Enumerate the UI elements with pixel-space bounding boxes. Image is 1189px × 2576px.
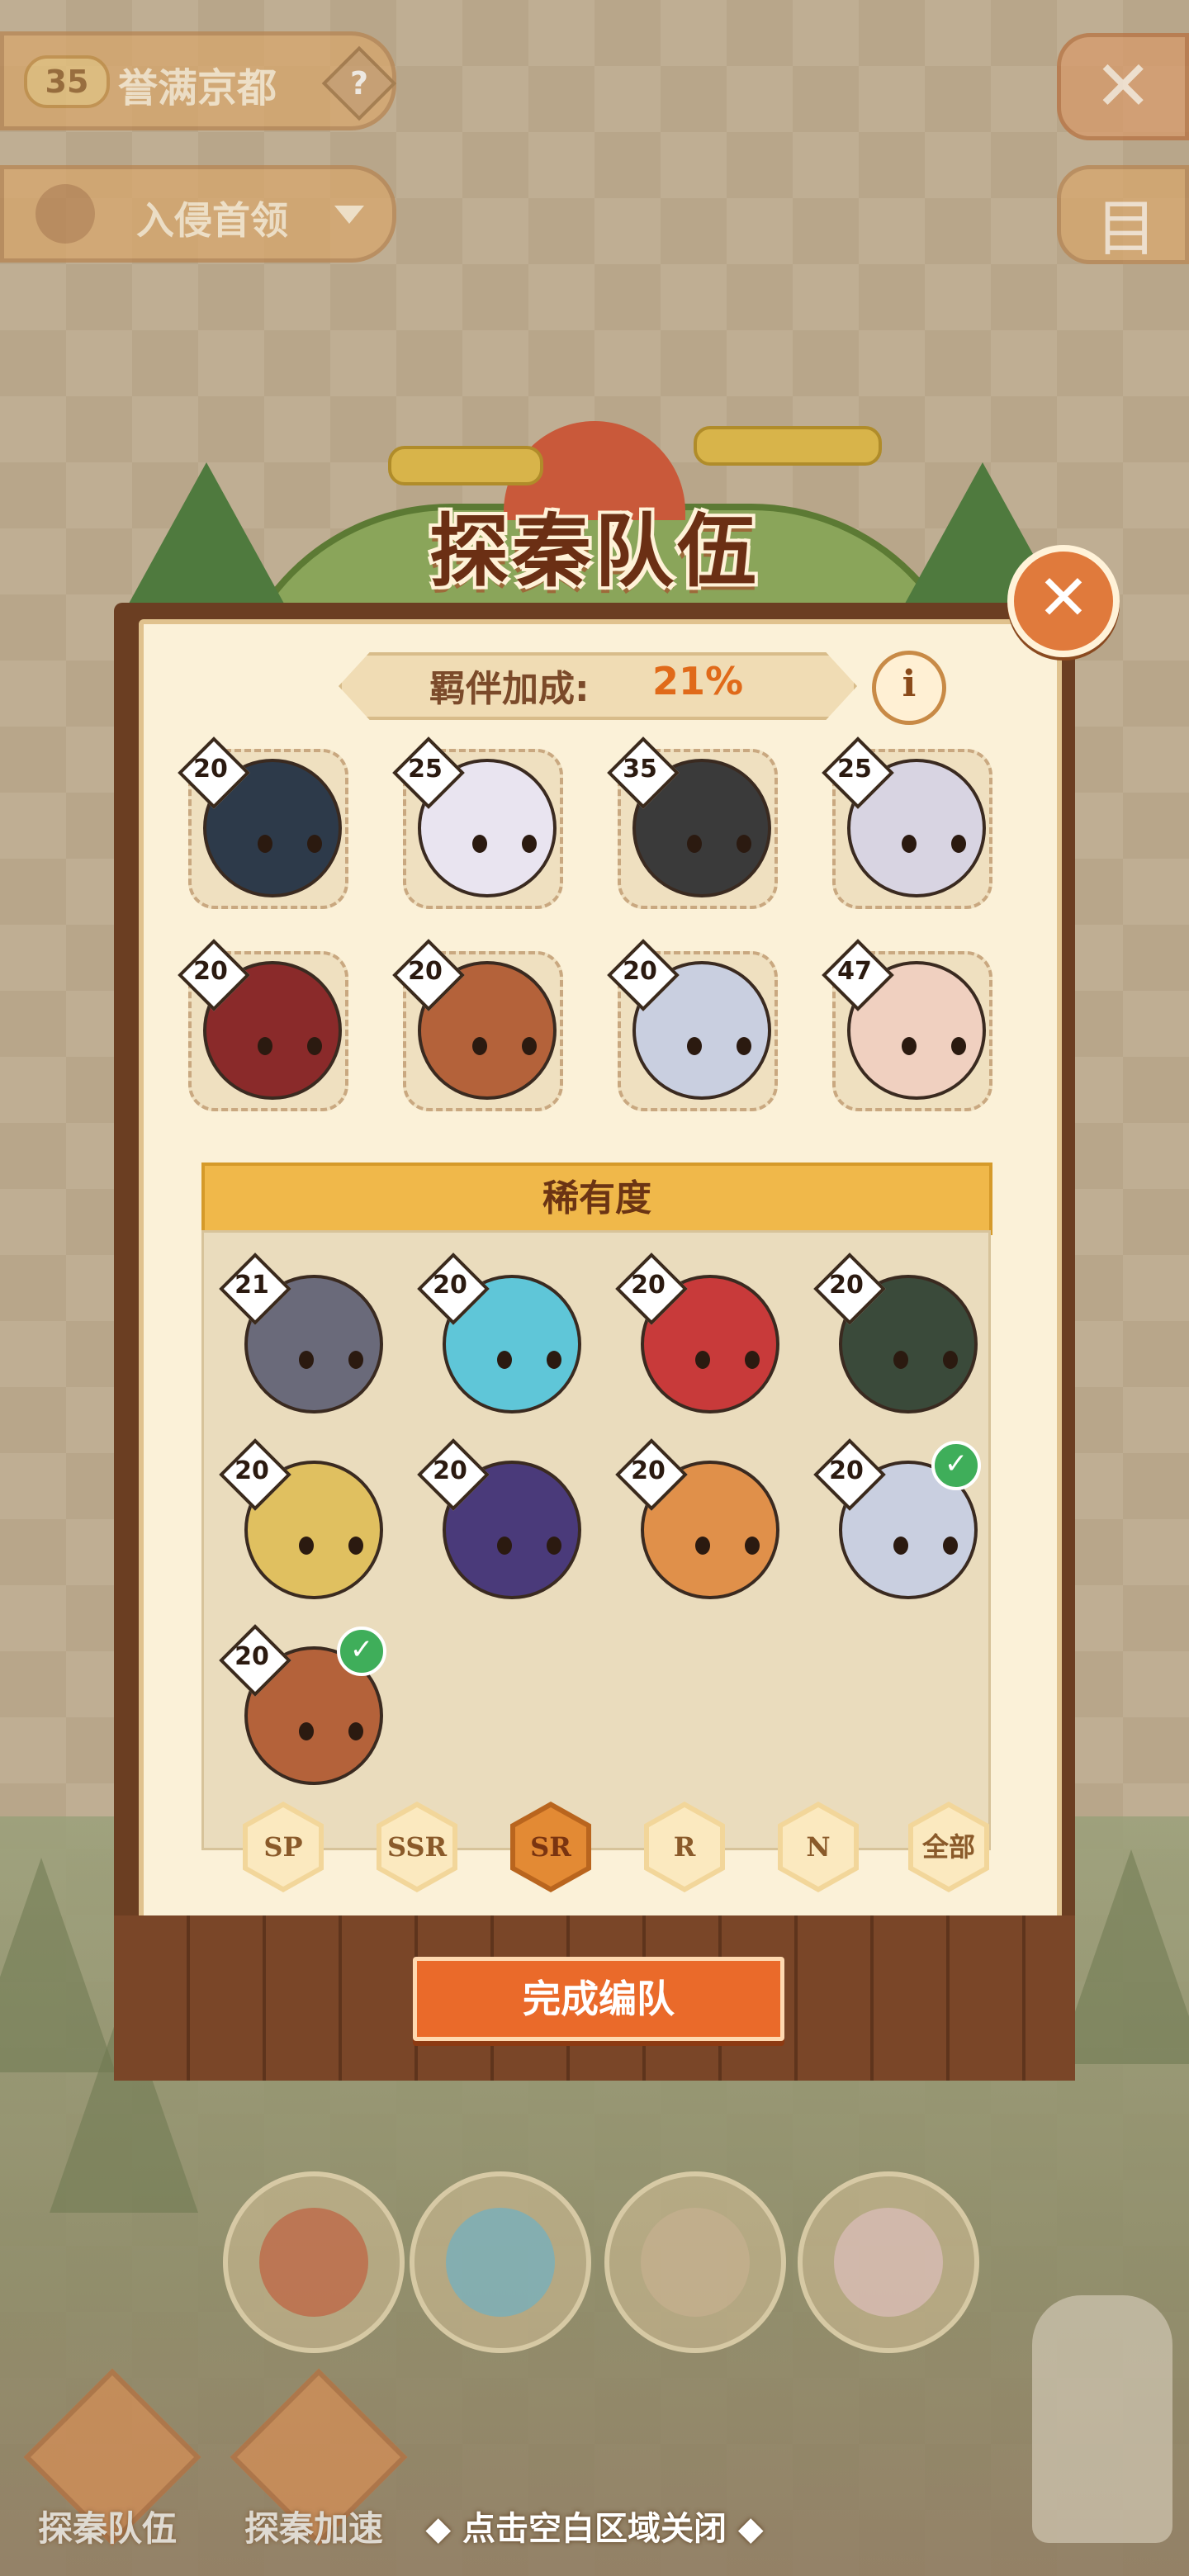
level-badge: 20 [615,1252,688,1325]
exit-button[interactable]: ✕ [1057,33,1189,140]
pool-character[interactable]: 20 [219,1438,386,1614]
rarity-header: 稀有度 [201,1163,992,1235]
header-cloud [694,426,882,466]
area-name: 誉满京都 [118,65,277,111]
info-button[interactable]: i [872,651,946,725]
level-badge: 20 [417,1438,490,1511]
document-icon: 目 [1096,193,1157,264]
team-member[interactable]: 20 [178,939,348,1115]
level-badge: 20 [219,1624,291,1697]
rarity-filter-ssr[interactable]: SSR [377,1802,457,1892]
bond-bonus-label: 羁伴加成: [429,668,590,710]
rarity-filter-n[interactable]: N [778,1802,859,1892]
character-portrait [834,2208,943,2317]
pool-character[interactable]: 20 ✓ [219,1624,386,1800]
pool-character[interactable]: 20 [615,1252,783,1428]
info-icon: i [902,663,917,705]
level-badge: 35 [607,736,680,809]
pool-character[interactable]: 20 ✓ [813,1438,981,1614]
checkmark-icon: ✓ [337,1627,386,1676]
character-portrait [259,2208,368,2317]
confirm-team-label: 完成编队 [523,1977,675,2021]
level-badge: 20 [219,1438,291,1511]
boss-filter-dropdown[interactable]: 入侵首领 [0,165,396,263]
rarity-filter-all[interactable]: 全部 [908,1802,989,1892]
team-slot [410,2171,591,2353]
team-member[interactable]: 20 [392,939,563,1115]
character-portrait [446,2208,555,2317]
level-badge: 20 [615,1438,688,1511]
team-slot [604,2171,786,2353]
npc-figure [1032,2295,1172,2543]
team-member[interactable]: 20 [178,736,348,912]
level-badge: 20 [813,1438,886,1511]
level-badge: 20 [813,1252,886,1325]
bond-bonus-bar [339,652,857,720]
rarity-filter-r[interactable]: R [644,1802,725,1892]
panel-title: 探秦队伍 [429,505,760,598]
level-badge: 20 [607,939,680,1011]
rarity-filter-sp[interactable]: SP [243,1802,324,1892]
panel-header: 探秦队伍 [116,413,1073,732]
speed-button[interactable]: 探秦加速 [223,2368,408,2549]
character-portrait [641,2208,750,2317]
header-cloud [388,446,543,485]
level-badge: 20 [392,939,465,1011]
team-member[interactable]: 25 [822,736,992,912]
level-badge: 25 [392,736,465,809]
team-button-label: 探秦队伍 [37,2508,177,2549]
level-badge: 35 [24,55,110,108]
level-badge: 25 [822,736,894,809]
level-badge: 20 [178,736,250,809]
oni-head-icon [36,184,95,244]
log-button[interactable]: 目 [1057,165,1189,264]
bond-bonus-value: 21% [652,659,744,703]
team-member[interactable]: 25 [392,736,563,912]
pool-character[interactable]: 21 [219,1252,386,1428]
boss-filter-label: 入侵首领 [136,198,288,243]
level-badge: 20 [417,1252,490,1325]
level-badge: 47 [822,939,894,1011]
speed-button-label: 探秦加速 [244,2508,383,2549]
confirm-team-button[interactable]: 完成编队 [413,1957,784,2041]
team-slot [798,2171,979,2353]
team-member[interactable]: 20 [607,939,778,1115]
help-button[interactable]: ? [321,45,397,121]
pool-character[interactable]: 20 [813,1252,981,1428]
pool-character[interactable]: 20 [417,1438,585,1614]
checkmark-icon: ✓ [931,1441,981,1490]
close-icon: ✕ [1037,561,1090,634]
team-button[interactable]: 探秦队伍 [17,2368,201,2549]
bg-tree [1057,1849,1189,2064]
team-slot [223,2171,405,2353]
pool-character[interactable]: 20 [615,1438,783,1614]
level-badge: 20 [178,939,250,1011]
area-level-banner[interactable]: 35 誉满京都 ? [0,31,397,130]
level-badge: 21 [219,1252,291,1325]
team-member[interactable]: 47 [822,939,992,1115]
close-icon: ✕ [1094,45,1153,126]
team-member[interactable]: 35 [607,736,778,912]
close-hint: ◆ 点击空白区域关闭 ◆ [425,2510,764,2548]
pool-character[interactable]: 20 [417,1252,585,1428]
help-icon: ? [349,65,369,102]
rarity-title: 稀有度 [542,1177,651,1219]
panel-close-button[interactable]: ✕ [1007,545,1120,657]
rarity-filter-sr[interactable]: SR [510,1802,591,1892]
chevron-down-icon [334,206,364,224]
